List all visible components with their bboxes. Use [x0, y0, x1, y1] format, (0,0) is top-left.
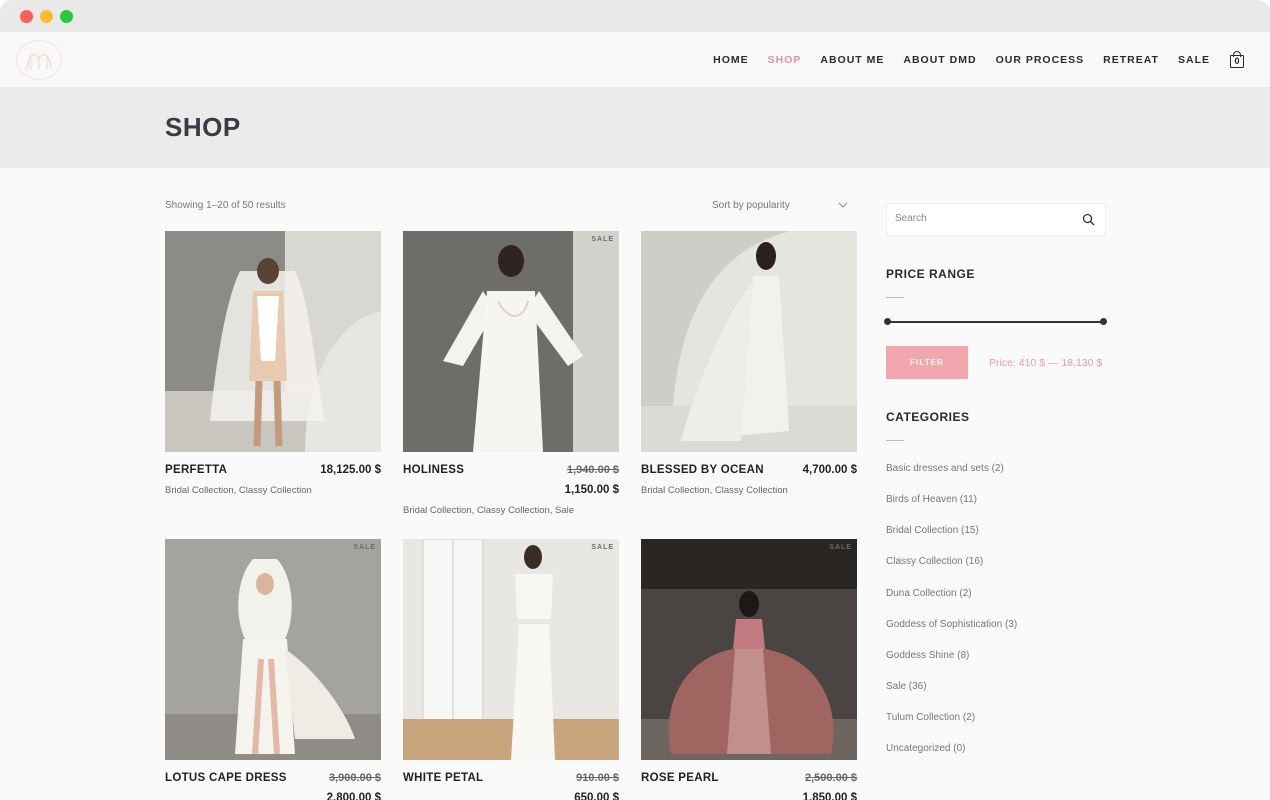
nav-about-dmd[interactable]: ABOUT DMD	[903, 54, 976, 66]
product-name[interactable]: PERFETTA	[165, 464, 227, 476]
sale-badge: SALE	[591, 236, 614, 243]
minimize-window-button[interactable]	[40, 10, 53, 23]
product-name[interactable]: WHITE PETAL	[403, 772, 483, 784]
price-range-title: PRICE RANGE	[886, 267, 975, 281]
product-old-price: 2,500.00 $	[805, 772, 857, 784]
site-header: HOME SHOP ABOUT ME ABOUT DMD OUR PROCESS…	[0, 32, 1270, 87]
category-item[interactable]: Bridal Collection (15)	[886, 525, 979, 536]
category-item[interactable]: Classy Collection (16)	[886, 556, 983, 567]
search-input[interactable]	[895, 213, 1075, 224]
product-categories[interactable]: Bridal Collection, Classy Collection	[641, 485, 788, 496]
nav-sale[interactable]: SALE	[1178, 54, 1210, 66]
results-count: Showing 1–20 of 50 results	[165, 200, 286, 211]
product-sale-price: 1,850.00 $	[802, 792, 857, 800]
cart-count: 0	[1230, 55, 1244, 68]
product-old-price: 910.00 $	[576, 772, 619, 784]
category-item[interactable]: Goddess of Sophistication (3)	[886, 619, 1017, 630]
product-sale-price: 1,150.00 $	[564, 484, 619, 496]
cart-icon[interactable]: 0	[1230, 51, 1244, 68]
product-name[interactable]: ROSE PEARL	[641, 772, 719, 784]
product-image[interactable]: SALE	[165, 539, 381, 760]
category-item[interactable]: Birds of Heaven (11)	[886, 494, 977, 505]
price-slider-min-handle[interactable]	[884, 318, 891, 325]
maximize-window-button[interactable]	[60, 10, 73, 23]
product-name[interactable]: BLESSED BY OCEAN	[641, 464, 764, 476]
window-titlebar	[0, 0, 1270, 32]
product-image[interactable]: SALE	[403, 231, 619, 452]
product-categories[interactable]: Bridal Collection, Classy Collection	[165, 485, 312, 496]
product-image[interactable]	[641, 231, 857, 452]
page-title: SHOP	[165, 112, 241, 142]
filter-button[interactable]: FILTER	[886, 346, 968, 379]
site-logo[interactable]	[16, 40, 62, 80]
product-image[interactable]: SALE	[403, 539, 619, 760]
price-slider-track[interactable]	[887, 321, 1103, 323]
logo-icon	[26, 53, 52, 70]
main-nav: HOME SHOP ABOUT ME ABOUT DMD OUR PROCESS…	[694, 32, 1270, 87]
product-image[interactable]	[165, 231, 381, 452]
product-price: 18,125.00 $	[320, 464, 381, 476]
product-old-price: 3,900.00 $	[329, 772, 381, 784]
page-title-band: SHOP	[0, 87, 1270, 168]
nav-our-process[interactable]: OUR PROCESS	[996, 54, 1085, 66]
sort-select[interactable]: Sort by popularity	[712, 200, 852, 211]
search-icon[interactable]	[1082, 213, 1095, 226]
category-item[interactable]: Tulum Collection (2)	[886, 712, 975, 723]
product-price: 4,700.00 $	[802, 464, 857, 476]
category-item[interactable]: Sale (36)	[886, 681, 927, 692]
search-box	[886, 203, 1106, 236]
categories-title: CATEGORIES	[886, 410, 970, 424]
price-range-label: Price: 410 $ — 18,130 $	[989, 357, 1103, 369]
product-name[interactable]: HOLINESS	[403, 464, 464, 476]
chevron-down-icon	[838, 202, 848, 208]
nav-about-me[interactable]: ABOUT ME	[820, 54, 884, 66]
sale-badge: SALE	[591, 544, 614, 551]
sort-label: Sort by popularity	[712, 200, 790, 211]
nav-shop[interactable]: SHOP	[768, 54, 802, 66]
product-old-price: 1,940.00 $	[567, 464, 619, 476]
category-item[interactable]: Uncategorized (0)	[886, 743, 965, 754]
price-slider-max-handle[interactable]	[1100, 318, 1107, 325]
shop-main: Showing 1–20 of 50 results Sort by popul…	[0, 168, 1270, 800]
sale-badge: SALE	[353, 544, 376, 551]
product-image[interactable]: SALE	[641, 539, 857, 760]
category-item[interactable]: Basic dresses and sets (2)	[886, 463, 1004, 474]
category-item[interactable]: Goddess Shine (8)	[886, 650, 969, 661]
product-categories[interactable]: Bridal Collection, Classy Collection, Sa…	[403, 505, 574, 516]
sale-badge: SALE	[829, 544, 852, 551]
category-item[interactable]: Duna Collection (2)	[886, 588, 972, 599]
nav-home[interactable]: HOME	[713, 54, 749, 66]
product-sale-price: 2,800.00 $	[326, 792, 381, 800]
close-window-button[interactable]	[20, 10, 33, 23]
product-sale-price: 650.00 $	[574, 792, 619, 800]
product-name[interactable]: LOTUS CAPE DRESS	[165, 772, 287, 784]
nav-retreat[interactable]: RETREAT	[1103, 54, 1159, 66]
widget-divider	[886, 440, 904, 441]
widget-divider	[886, 297, 904, 298]
